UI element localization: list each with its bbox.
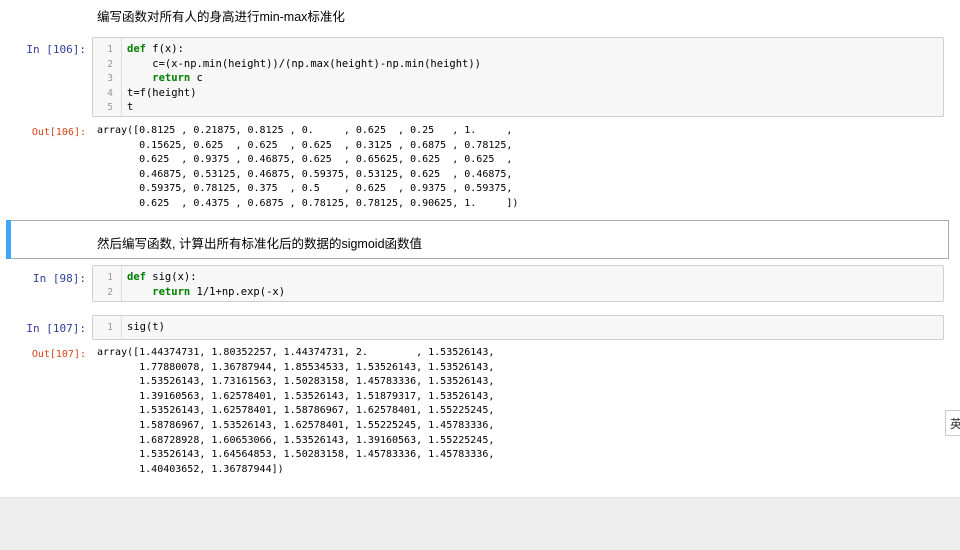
line-number: 2 (107, 58, 113, 70)
code-keyword: def (127, 271, 146, 283)
markdown-cell-sigmoid[interactable]: 然后编写函数, 计算出所有标准化后的数据的sigmoid函数值 (97, 233, 422, 252)
input-prompt-106: In [106]: (26, 43, 86, 56)
line-number: 1 (107, 272, 113, 283)
code-text: c (190, 72, 203, 84)
line-number: 2 (107, 286, 113, 298)
code-cell-106[interactable]: 1 2 3 4 5 def f(x): c=(x-np.min(height))… (92, 37, 944, 117)
line-number-gutter: 1 (93, 316, 122, 339)
line-number-gutter: 1 2 3 4 5 (93, 38, 122, 116)
notebook-bottom-area (0, 497, 960, 550)
code-text: f(x): (145, 43, 184, 55)
output-prompt-106: Out[106]: (31, 127, 86, 138)
line-number-gutter: 1 2 (93, 266, 122, 301)
input-prompt-98: In [98]: (33, 272, 86, 285)
code-text: sig(t) (127, 321, 165, 333)
code-text: t=f(height) (127, 86, 197, 99)
code-cell-107[interactable]: 1 sig(t) (92, 315, 944, 340)
line-number: 3 (107, 73, 113, 84)
line-number: 5 (107, 102, 113, 113)
markdown-cell-minmax[interactable]: 编写函数对所有人的身高进行min-max标准化 (97, 6, 345, 25)
line-number: 4 (107, 87, 113, 99)
code-text: t (127, 101, 134, 113)
code-cell-98[interactable]: 1 2 def sig(x): return 1/1+np.exp(-x) (92, 265, 944, 302)
code-editor[interactable]: def f(x): c=(x-np.min(height))/(np.max(h… (127, 42, 481, 115)
notebook-page: 编写函数对所有人的身高进行min-max标准化 In [106]: 1 2 3 … (0, 0, 960, 497)
code-text: sig(x): (145, 271, 197, 283)
code-keyword: def (127, 43, 146, 55)
code-text: c=(x-np.min(height))/(np.max(height)-np.… (127, 57, 482, 70)
input-prompt-107: In [107]: (26, 322, 86, 335)
line-number: 1 (107, 322, 113, 333)
output-area-107: array([1.44374731, 1.80352257, 1.4437473… (97, 347, 495, 475)
line-number: 1 (107, 44, 113, 55)
code-keyword: return (127, 285, 191, 298)
selected-cell-indicator (6, 220, 11, 259)
code-editor[interactable]: sig(t) (127, 320, 165, 335)
code-editor[interactable]: def sig(x): return 1/1+np.exp(-x) (127, 270, 285, 299)
ime-language-indicator[interactable]: 英 (945, 410, 960, 436)
code-text: 1/1+np.exp(-x) (190, 285, 286, 298)
code-keyword: return (127, 72, 191, 84)
output-prompt-107: Out[107]: (31, 349, 86, 360)
output-area-106: array([0.8125 , 0.21875, 0.8125 , 0. , 0… (97, 125, 519, 209)
